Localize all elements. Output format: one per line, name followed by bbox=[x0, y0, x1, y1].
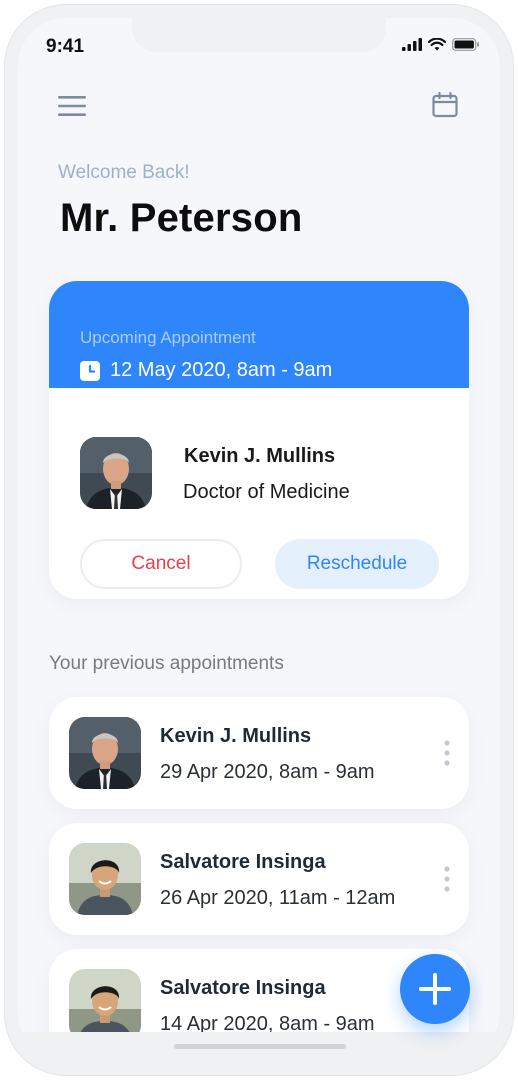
doctor-avatar bbox=[80, 437, 152, 509]
reschedule-button[interactable]: Reschedule bbox=[275, 539, 439, 589]
appointment-doctor-name: Kevin J. Mullins bbox=[160, 725, 312, 747]
status-icons bbox=[402, 38, 480, 51]
doctor-avatar bbox=[69, 843, 141, 915]
appointment-doctor-name: Salvatore Insinga bbox=[160, 977, 326, 999]
previous-appointments-title: Your previous appointments bbox=[49, 653, 284, 674]
doctor-avatar bbox=[69, 717, 141, 789]
app-screen: 9:41 Welcome Back! Mr. Peterson Upcoming… bbox=[18, 18, 500, 1060]
upcoming-date-row: 12 May 2020, 8am - 9am bbox=[80, 359, 332, 382]
hamburger-menu-icon[interactable] bbox=[58, 94, 86, 118]
upcoming-doctor-title: Doctor of Medicine bbox=[183, 481, 350, 503]
device-notch bbox=[132, 18, 386, 52]
user-name: Mr. Peterson bbox=[60, 196, 303, 240]
upcoming-appointment-card[interactable]: Upcoming Appointment 12 May 2020, 8am - … bbox=[49, 281, 469, 599]
appointment-datetime: 26 Apr 2020, 11am - 12am bbox=[160, 887, 396, 909]
clock-icon bbox=[80, 360, 100, 381]
wifi-icon bbox=[428, 38, 446, 51]
appointment-datetime: 29 Apr 2020, 8am - 9am bbox=[160, 761, 375, 783]
battery-icon bbox=[452, 38, 479, 51]
plus-icon bbox=[419, 973, 451, 1005]
calendar-icon[interactable] bbox=[432, 92, 458, 118]
upcoming-doctor-name: Kevin J. Mullins bbox=[184, 445, 336, 467]
previous-appointment-card[interactable]: Kevin J. Mullins 29 Apr 2020, 8am - 9am bbox=[49, 697, 469, 809]
doctor-avatar bbox=[69, 969, 141, 1041]
upcoming-header: Upcoming Appointment 12 May 2020, 8am - … bbox=[49, 281, 469, 388]
welcome-text: Welcome Back! bbox=[58, 162, 190, 183]
upcoming-datetime: 12 May 2020, 8am - 9am bbox=[110, 359, 333, 381]
upcoming-label: Upcoming Appointment bbox=[80, 328, 256, 347]
previous-appointment-card[interactable]: Salvatore Insinga 26 Apr 2020, 11am - 12… bbox=[49, 823, 469, 935]
appointment-doctor-name: Salvatore Insinga bbox=[160, 851, 326, 873]
more-options-icon[interactable] bbox=[443, 865, 451, 893]
add-appointment-button[interactable] bbox=[400, 954, 470, 1024]
home-indicator[interactable] bbox=[174, 1044, 346, 1049]
more-options-icon[interactable] bbox=[443, 739, 451, 767]
cancel-button[interactable]: Cancel bbox=[80, 539, 242, 589]
status-time: 9:41 bbox=[46, 36, 85, 57]
signal-icon bbox=[402, 38, 422, 51]
